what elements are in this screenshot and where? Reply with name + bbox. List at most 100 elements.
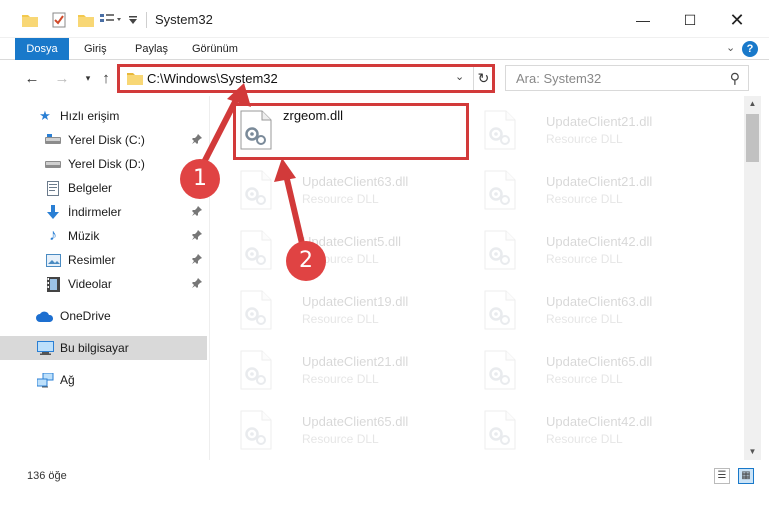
file-type: Resource DLL bbox=[546, 252, 623, 266]
scroll-down-icon[interactable]: ▼ bbox=[744, 444, 761, 460]
sidebar-item-label: Ağ bbox=[60, 373, 75, 387]
file-name: UpdateClient21.dll bbox=[546, 114, 653, 129]
expand-ribbon-icon[interactable]: ⌄ bbox=[726, 41, 735, 54]
item-count: 136 öğe bbox=[27, 470, 67, 482]
video-icon bbox=[44, 275, 62, 293]
folder-icon[interactable] bbox=[22, 11, 38, 29]
file-item[interactable]: UpdateClient65.dll Resource DLL bbox=[236, 404, 476, 458]
minimize-button[interactable]: — bbox=[620, 6, 666, 34]
file-name: UpdateClient63.dll bbox=[546, 294, 653, 309]
scroll-up-icon[interactable]: ▲ bbox=[744, 96, 761, 112]
dll-file-icon bbox=[484, 110, 516, 150]
computer-icon bbox=[36, 339, 54, 357]
properties-check-icon[interactable] bbox=[52, 11, 68, 29]
sidebar-item-videos[interactable]: Videolar bbox=[0, 272, 208, 296]
chevron-down-icon[interactable]: ⌄ bbox=[455, 70, 464, 83]
window-title: System32 bbox=[155, 12, 213, 27]
back-arrow-icon[interactable]: ← bbox=[22, 68, 42, 88]
sidebar-item-network[interactable]: Ağ bbox=[0, 368, 208, 392]
search-box[interactable]: Ara: System32 ⚲ bbox=[505, 65, 749, 91]
file-item[interactable]: UpdateClient21.dll Resource DLL bbox=[480, 104, 720, 158]
dll-file-icon bbox=[484, 350, 516, 390]
sidebar-item-label: Videolar bbox=[68, 277, 112, 291]
search-placeholder[interactable]: Ara: System32 bbox=[516, 71, 601, 86]
sidebar-item-label: Yerel Disk (C:) bbox=[68, 133, 145, 147]
search-icon[interactable]: ⚲ bbox=[730, 70, 740, 87]
sidebar-item-music[interactable]: ♪ Müzik bbox=[0, 224, 208, 248]
sidebar-item-pictures[interactable]: Resimler bbox=[0, 248, 208, 272]
documents-icon bbox=[44, 179, 62, 197]
sidebar-item-label: Hızlı erişim bbox=[60, 109, 120, 123]
pin-icon[interactable] bbox=[192, 277, 202, 291]
file-name: UpdateClient65.dll bbox=[302, 414, 409, 429]
sidebar-item-label: Resimler bbox=[68, 253, 116, 267]
star-icon: ★ bbox=[39, 108, 51, 123]
tab-file[interactable]: Dosya bbox=[15, 38, 69, 60]
maximize-button[interactable]: ☐ bbox=[667, 6, 713, 34]
file-item[interactable]: UpdateClient63.dll Resource DLL bbox=[480, 284, 720, 338]
sidebar-item-local-disk-d[interactable]: Yerel Disk (D:) bbox=[0, 152, 208, 176]
tab-view[interactable]: Görünüm bbox=[188, 38, 242, 60]
file-item[interactable]: UpdateClient42.dll Resource DLL bbox=[480, 404, 720, 458]
dll-file-icon bbox=[240, 230, 272, 270]
sidebar-item-downloads[interactable]: İndirmeler bbox=[0, 200, 208, 224]
dll-file-icon bbox=[484, 410, 516, 450]
file-item[interactable]: UpdateClient19.dll Resource DLL bbox=[236, 284, 476, 338]
sidebar-item-label: Bu bilgisayar bbox=[60, 341, 129, 355]
network-icon bbox=[36, 371, 54, 389]
refresh-icon[interactable]: ↻ bbox=[473, 66, 493, 90]
file-name: UpdateClient42.dll bbox=[546, 234, 653, 249]
pin-icon[interactable] bbox=[192, 229, 202, 243]
close-button[interactable]: ✕ bbox=[714, 6, 760, 34]
file-item[interactable]: UpdateClient5.dll Resource DLL bbox=[236, 224, 476, 278]
step-2-badge: 2 bbox=[286, 241, 326, 281]
file-name: zrgeom.dll bbox=[283, 108, 343, 123]
sidebar-item-onedrive[interactable]: OneDrive bbox=[0, 304, 208, 328]
new-folder-icon[interactable] bbox=[78, 11, 94, 29]
properties-icon[interactable] bbox=[100, 11, 126, 29]
up-arrow-icon[interactable]: ↑ bbox=[96, 68, 116, 88]
address-path[interactable]: C:\Windows\System32 bbox=[147, 71, 278, 86]
folder-icon bbox=[127, 71, 143, 85]
recent-locations-icon[interactable]: ▾ bbox=[78, 68, 98, 88]
customize-toolbar-icon[interactable] bbox=[128, 11, 138, 29]
pin-icon[interactable] bbox=[192, 253, 202, 267]
tiles-view-icon[interactable]: ▦ bbox=[738, 468, 754, 484]
navigation-pane: ★ Hızlı erişim Yerel Disk (C:) Yerel Dis… bbox=[0, 96, 210, 460]
tab-share[interactable]: Paylaş bbox=[131, 38, 172, 60]
file-name: UpdateClient19.dll bbox=[302, 294, 409, 309]
ribbon-tabs: Dosya Giriş Paylaş Görünüm ⌄ ? bbox=[0, 38, 769, 60]
sidebar-item-documents[interactable]: Belgeler bbox=[0, 176, 208, 200]
file-item[interactable]: UpdateClient21.dll Resource DLL bbox=[480, 164, 720, 218]
title-bar: System32 — ☐ ✕ bbox=[0, 0, 769, 38]
drive-icon bbox=[44, 131, 62, 149]
pin-icon[interactable] bbox=[192, 133, 202, 147]
pin-icon[interactable] bbox=[192, 205, 202, 219]
details-view-icon[interactable]: ☰ bbox=[714, 468, 730, 484]
file-item[interactable]: zrgeom.dll bbox=[236, 104, 476, 158]
file-item[interactable]: UpdateClient42.dll Resource DLL bbox=[480, 224, 720, 278]
file-item[interactable]: UpdateClient21.dll Resource DLL bbox=[236, 344, 476, 398]
file-type: Resource DLL bbox=[302, 432, 379, 446]
file-item[interactable]: UpdateClient65.dll Resource DLL bbox=[480, 344, 720, 398]
sidebar-item-label: Belgeler bbox=[68, 181, 113, 195]
sidebar-item-label: İndirmeler bbox=[68, 205, 122, 219]
help-icon[interactable]: ? bbox=[742, 41, 758, 57]
navigation-bar: ← → ▾ ↑ C:\Windows\System32 ⌄ ↻ Ara: Sys… bbox=[0, 60, 769, 96]
sidebar-item-quick-access[interactable]: ★ Hızlı erişim bbox=[0, 104, 208, 128]
forward-arrow-icon[interactable]: → bbox=[52, 68, 72, 88]
sidebar-item-this-pc[interactable]: Bu bilgisayar bbox=[0, 336, 207, 360]
tab-home[interactable]: Giriş bbox=[80, 38, 111, 60]
scroll-thumb[interactable] bbox=[746, 114, 759, 162]
file-type: Resource DLL bbox=[546, 192, 623, 206]
file-type: Resource DLL bbox=[546, 432, 623, 446]
file-item[interactable]: UpdateClient63.dll Resource DLL bbox=[236, 164, 476, 218]
status-bar: 136 öğe ☰ ▦ bbox=[0, 462, 769, 490]
dll-file-icon bbox=[484, 170, 516, 210]
file-type: Resource DLL bbox=[302, 372, 379, 386]
file-name: UpdateClient63.dll bbox=[302, 174, 409, 189]
sidebar-item-local-disk-c[interactable]: Yerel Disk (C:) bbox=[0, 128, 208, 152]
drive-icon bbox=[44, 155, 62, 173]
vertical-scrollbar[interactable]: ▲ ▼ bbox=[744, 96, 761, 460]
address-bar[interactable]: C:\Windows\System32 ⌄ ↻ bbox=[118, 65, 494, 91]
